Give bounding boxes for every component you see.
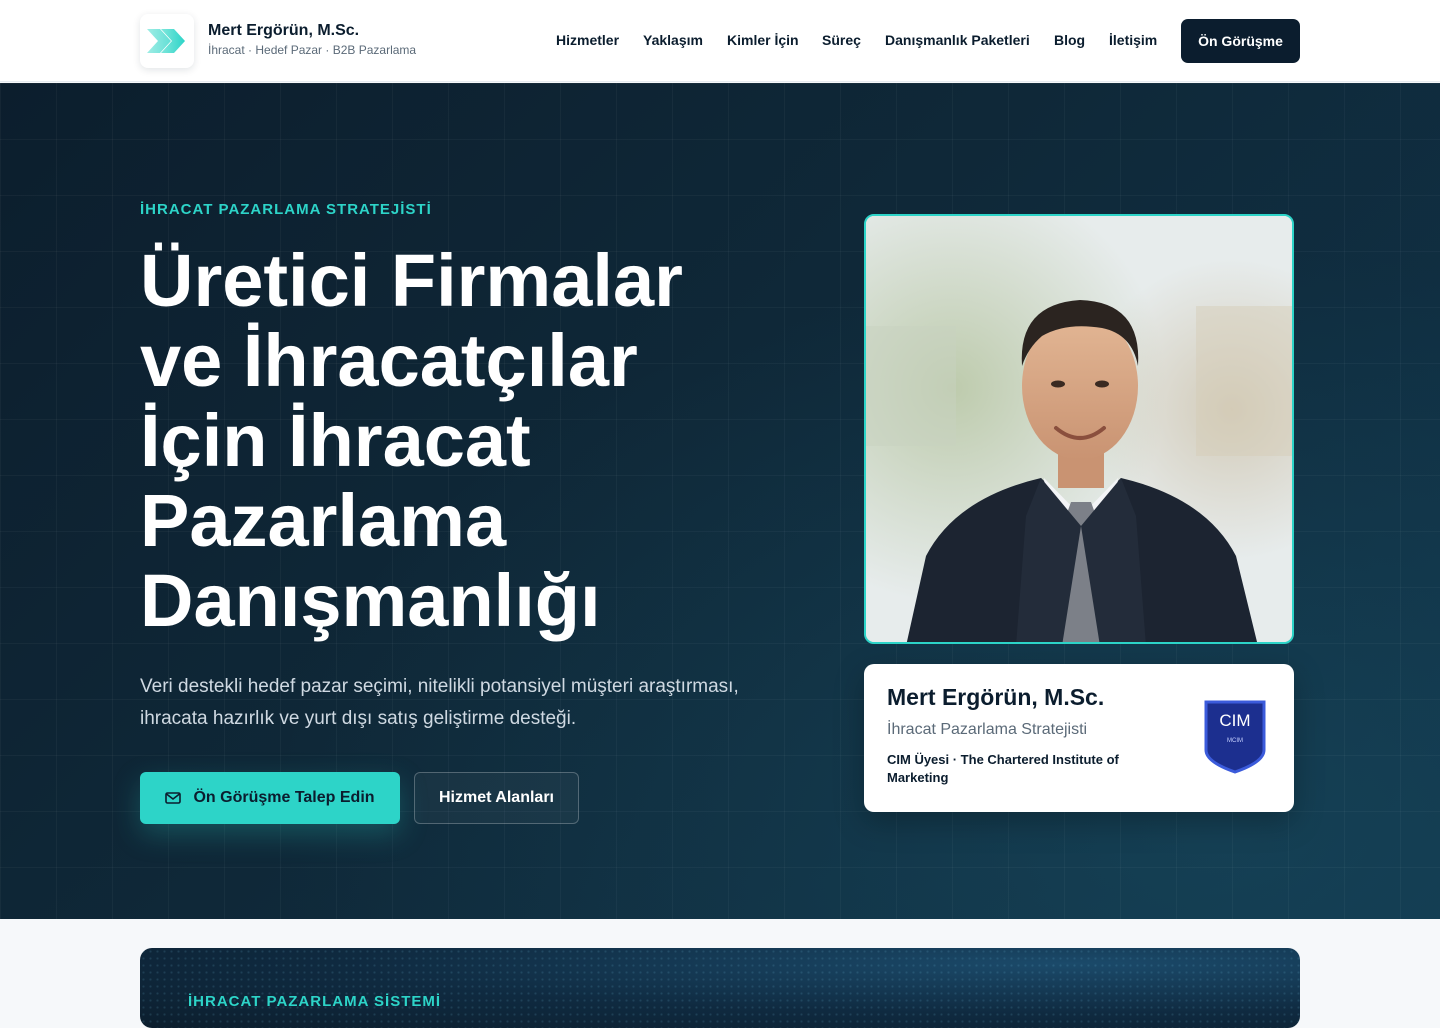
cim-badge-subtext: MCIM — [1227, 738, 1243, 744]
request-consultation-label: Ön Görüşme Talep Edin — [193, 789, 375, 806]
nav-link-iletisim[interactable]: İletişim — [1109, 32, 1157, 48]
request-consultation-button[interactable]: Ön Görüşme Talep Edin — [140, 772, 400, 824]
nav-link-blog[interactable]: Blog — [1054, 32, 1085, 48]
hero-title: Üretici Firmalar ve İhracatçılar İçin İh… — [140, 239, 683, 642]
profile-card: Mert Ergörün, M.Sc. İhracat Pazarlama St… — [864, 664, 1294, 812]
nav-link-surec[interactable]: Süreç — [822, 32, 861, 48]
profile-name: Mert Ergörün, M.Sc. — [887, 684, 1105, 710]
service-areas-button[interactable]: Hizmet Alanları — [414, 772, 579, 824]
export-system-card: İHRACAT PAZARLAMA SİSTEMİ — [140, 948, 1300, 1028]
header-cta-button[interactable]: Ön Görüşme — [1181, 19, 1300, 63]
profile-role: İhracat Pazarlama Stratejisti — [887, 721, 1088, 738]
profile-membership: CIM Üyesi · The Chartered Institute of M… — [887, 752, 1119, 785]
mail-icon — [165, 792, 182, 804]
site-header: Mert Ergörün, M.Sc. İhracat · Hedef Paza… — [0, 0, 1440, 82]
hero-subtitle: Veri destekli hedef pazar seçimi, niteli… — [140, 676, 739, 729]
nav-link-hizmetler[interactable]: Hizmetler — [556, 32, 619, 48]
portrait-photo — [864, 214, 1294, 644]
cim-badge-icon: CIM MCIM — [1204, 700, 1266, 774]
hero-section: İHRACAT PAZARLAMA STRATEJİSTİ Üretici Fi… — [0, 83, 1440, 919]
nav-link-yaklasim[interactable]: Yaklaşım — [643, 32, 703, 48]
export-system-eyebrow: İHRACAT PAZARLAMA SİSTEMİ — [188, 993, 442, 1010]
hero-eyebrow: İHRACAT PAZARLAMA STRATEJİSTİ — [140, 201, 432, 218]
world-map-dots-background — [140, 948, 1300, 1028]
nav-link-kimler-icin[interactable]: Kimler İçin — [727, 32, 799, 48]
export-system-section: İHRACAT PAZARLAMA SİSTEMİ — [0, 919, 1440, 1028]
cim-badge-text: CIM — [1219, 711, 1250, 730]
nav-link-danismanlik-paketleri[interactable]: Danışmanlık Paketleri — [885, 32, 1030, 48]
